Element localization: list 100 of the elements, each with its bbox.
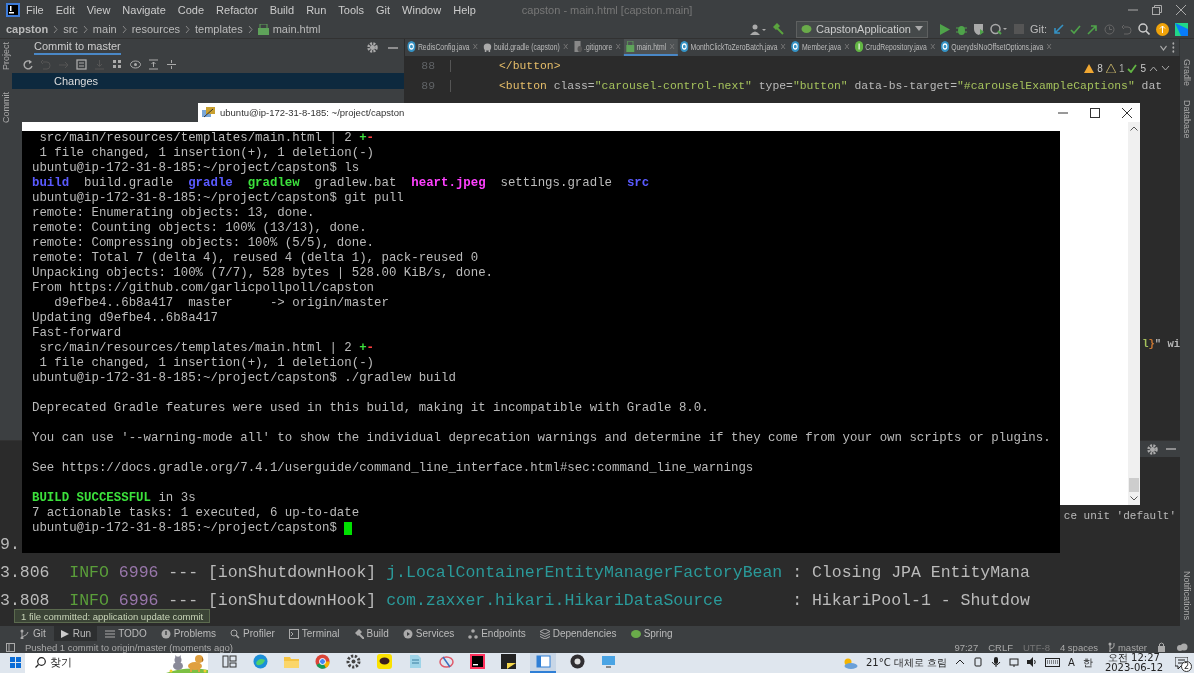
tool-window-tab[interactable]: Run: [53, 626, 98, 641]
breadcrumb-item[interactable]: main.html: [272, 23, 321, 35]
indent-setting[interactable]: 4 spaces: [1059, 641, 1098, 653]
tool-window-tab[interactable]: Git: [14, 626, 52, 641]
menu-item[interactable]: Help: [447, 4, 482, 16]
tool-window-tab[interactable]: Services: [396, 626, 461, 641]
tool-window-tab[interactable]: TODO: [99, 626, 153, 641]
menu-item[interactable]: Refactor: [210, 4, 264, 16]
panel-toggle-icon[interactable]: [6, 642, 15, 652]
group-icon[interactable]: [111, 59, 123, 70]
panel-tab[interactable]: Commit to master: [33, 40, 121, 55]
menu-item[interactable]: File: [20, 4, 50, 16]
network-icon[interactable]: [1009, 657, 1020, 668]
scroll-up-icon[interactable]: [1130, 126, 1138, 131]
breadcrumb-item[interactable]: main: [92, 23, 117, 35]
tree-item[interactable]: Changes: [11, 73, 404, 89]
editor-tab[interactable]: RedisConfig.java: [405, 39, 482, 56]
tool-window-tab[interactable]: Problems: [154, 626, 223, 641]
chevron-up-icon[interactable]: [1149, 65, 1158, 72]
menu-item[interactable]: Git: [370, 4, 397, 16]
close-icon[interactable]: [1122, 107, 1132, 118]
run-configuration-dropdown[interactable]: CapstonApplication: [796, 20, 928, 38]
expand-icon[interactable]: [147, 59, 159, 70]
keyboard-icon[interactable]: [1045, 657, 1061, 668]
breadcrumb-item[interactable]: resources: [131, 23, 180, 35]
line-separator[interactable]: CRLF: [988, 641, 1013, 653]
menu-item[interactable]: Code: [171, 4, 211, 16]
editor-tab[interactable]: Member.java: [788, 39, 853, 56]
commit-check-icon[interactable]: [1070, 23, 1081, 35]
user-icon[interactable]: [750, 23, 767, 35]
tool-window-tab[interactable]: Endpoints: [462, 626, 532, 641]
restore-icon[interactable]: [1152, 5, 1162, 15]
input-indicator[interactable]: 한: [1082, 655, 1093, 670]
breadcrumb-item[interactable]: capston: [6, 23, 49, 35]
caret-position[interactable]: 97:27: [954, 641, 979, 653]
device-icon[interactable]: [973, 657, 984, 668]
weather-text[interactable]: 21°C 대체로 흐림: [865, 655, 948, 670]
toolbox-logo-icon[interactable]: [1175, 22, 1188, 36]
terminal-icon: [288, 628, 299, 639]
editor-tab[interactable]: QuerydslNoOffsetOptions.java: [938, 39, 1055, 56]
scroll-down-icon[interactable]: [1130, 496, 1138, 501]
speaker-icon[interactable]: [1027, 657, 1038, 668]
leaf-icon: [801, 24, 813, 34]
side-tab[interactable]: Gradle: [1182, 59, 1192, 86]
menu-item[interactable]: Navigate: [116, 4, 172, 16]
search-icon[interactable]: [1138, 23, 1150, 35]
clock-date[interactable]: 2023-06-12: [1104, 662, 1163, 673]
update-arrow-icon[interactable]: [1053, 23, 1064, 35]
scrollbar[interactable]: [1128, 122, 1140, 505]
notification-icon[interactable]: [1175, 656, 1188, 669]
input-indicator[interactable]: A: [1068, 657, 1075, 668]
update-badge-icon[interactable]: [1156, 22, 1169, 36]
gear-icon[interactable]: [367, 42, 378, 53]
clock-time[interactable]: 오전 12:27: [1107, 652, 1160, 663]
lock-icon[interactable]: [1157, 642, 1166, 652]
tool-window-tab[interactable]: Profiler: [224, 626, 281, 641]
start-icon[interactable]: [10, 657, 21, 668]
hammer-icon[interactable]: [772, 23, 785, 35]
menu-item[interactable]: Edit: [49, 4, 81, 16]
microphone-icon[interactable]: [991, 657, 1002, 668]
side-tab[interactable]: Commit: [1, 92, 11, 123]
menu-item[interactable]: Build: [263, 4, 301, 16]
tool-window-tab[interactable]: Terminal: [282, 626, 346, 641]
push-arrow-icon[interactable]: [1087, 23, 1098, 35]
tool-window-tab[interactable]: Build: [347, 626, 395, 641]
search-box[interactable]: 찾기: [25, 652, 208, 673]
maximize-icon[interactable]: [1090, 107, 1100, 118]
side-tab[interactable]: Project: [1, 42, 11, 70]
menu-item[interactable]: Window: [396, 4, 448, 16]
editor-tab[interactable]: build.gradle (capston): [481, 39, 572, 56]
refresh-icon[interactable]: [21, 59, 33, 70]
cloud-icon[interactable]: [1176, 642, 1188, 652]
taskbar-app[interactable]: [530, 652, 556, 673]
chevron-down-icon[interactable]: [1161, 65, 1170, 72]
eye-icon[interactable]: [129, 59, 141, 70]
search-field[interactable]: 찾기: [50, 652, 162, 673]
editor-tab[interactable]: CrudRepository.java: [852, 39, 939, 56]
breadcrumb-item[interactable]: src: [63, 23, 78, 35]
menu-item[interactable]: Tools: [332, 4, 370, 16]
more-icon[interactable]: [1171, 42, 1175, 53]
tool-window-tab[interactable]: Dependencies: [533, 626, 623, 641]
shield-icon[interactable]: [972, 23, 984, 35]
diff-icon[interactable]: [75, 59, 87, 70]
editor-tab[interactable]: main.html: [623, 39, 678, 56]
gear-icon[interactable]: [1147, 443, 1158, 455]
breadcrumb-item[interactable]: templates: [195, 23, 243, 35]
tool-window-tab[interactable]: Spring: [624, 626, 679, 641]
editor-tab[interactable]: .gitignore: [571, 39, 624, 56]
scroll-thumb[interactable]: [1129, 478, 1139, 492]
editor-tab[interactable]: MonthClickToZeroBatch.java: [677, 39, 789, 56]
collapse-icon[interactable]: [165, 59, 177, 70]
ignore-file-icon: [573, 41, 582, 52]
run-icon[interactable]: [939, 23, 950, 35]
menu-item[interactable]: Run: [300, 4, 333, 16]
menu-item[interactable]: View: [80, 4, 117, 16]
profiler-icon[interactable]: [989, 23, 1008, 35]
git-branch[interactable]: master: [1117, 641, 1147, 653]
side-tab[interactable]: Database: [1182, 100, 1192, 139]
bug-icon[interactable]: [955, 23, 967, 35]
side-tab[interactable]: Notifications: [1182, 570, 1192, 620]
